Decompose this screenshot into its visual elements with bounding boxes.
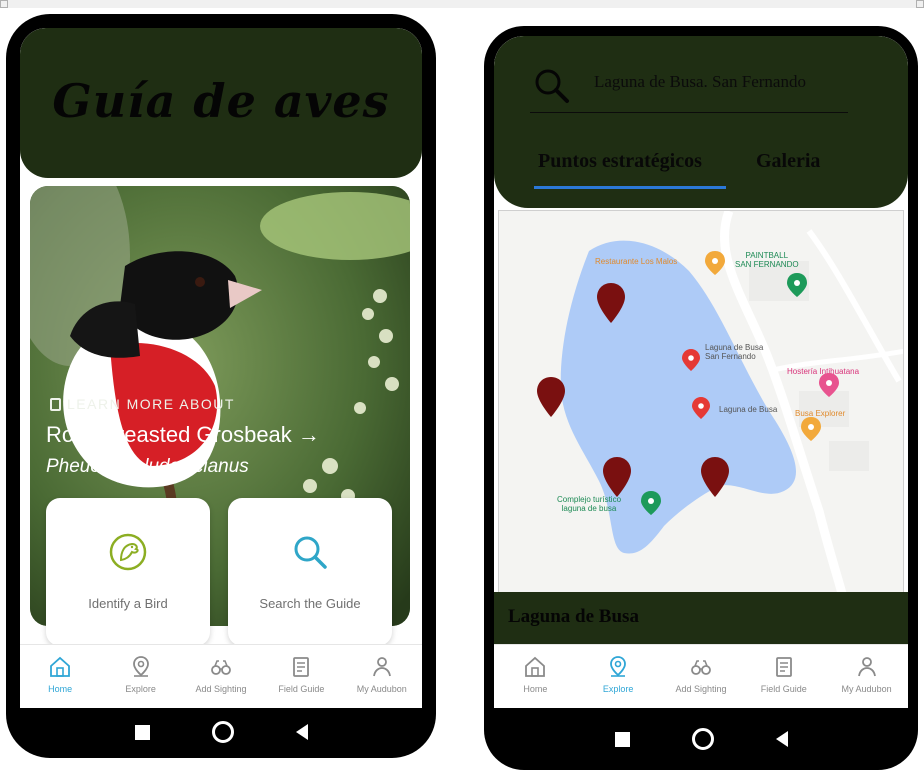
map-pin-icon <box>801 417 821 441</box>
tab-field-guide[interactable]: Field Guide <box>264 655 338 694</box>
map-pin-icon <box>819 373 839 397</box>
identify-bird-button[interactable]: Identify a Bird <box>46 498 210 646</box>
map-pin-icon <box>610 656 627 677</box>
tab-explore-label: Explore <box>602 684 634 694</box>
explore-header: Laguna de Busa. San Fernando Puntos estr… <box>494 36 908 208</box>
place-info-bar[interactable]: Laguna de Busa <box>494 592 908 644</box>
map-markers <box>537 251 839 515</box>
page-top-edge <box>0 0 924 8</box>
home-nav-button[interactable] <box>691 728 714 750</box>
back-button[interactable] <box>295 724 308 740</box>
map-marker-icon <box>597 283 625 323</box>
phone-frame-right: Laguna de Busa. San Fernando Puntos estr… <box>484 26 918 770</box>
tab-add-sighting-label: Add Sighting <box>675 684 727 694</box>
place-title: Laguna de Busa <box>508 606 639 627</box>
map-pin-icon <box>132 656 149 677</box>
corner-mark <box>916 0 924 8</box>
app-title: Guía de aves <box>52 74 390 128</box>
tab-my-audubon[interactable]: My Audubon <box>830 655 904 694</box>
map-view[interactable]: Restaurante Los Malos PAINTBALL SAN FERN… <box>498 210 904 600</box>
search-guide-label: Search the Guide <box>259 596 361 611</box>
tab-puntos-estrategicos[interactable]: Puntos estratégicos <box>538 150 702 173</box>
search-icon[interactable] <box>532 66 572 106</box>
map-pin-icon <box>705 251 725 275</box>
tab-add-sighting-label: Add Sighting <box>195 684 247 694</box>
tab-my-audubon[interactable]: My Audubon <box>345 655 419 694</box>
phone-screen: Laguna de Busa. San Fernando Puntos estr… <box>494 36 908 708</box>
search-underline <box>530 112 848 113</box>
book-icon <box>775 657 792 677</box>
corner-mark <box>0 0 8 8</box>
app-header: Guía de aves <box>20 28 422 178</box>
tab-explore[interactable]: Explore <box>104 655 178 694</box>
tab-my-audubon-label: My Audubon <box>841 684 892 694</box>
bird-name-link[interactable]: Rose-breasted Grosbeak → <box>46 422 320 448</box>
tab-field-guide-label: Field Guide <box>760 684 807 694</box>
map-pin-icon <box>787 273 807 297</box>
map-pin-icon <box>692 397 710 419</box>
tab-add-sighting[interactable]: Add Sighting <box>664 655 738 694</box>
map-marker-icon <box>603 457 631 497</box>
search-guide-button[interactable]: Search the Guide <box>228 498 392 646</box>
tab-my-audubon-label: My Audubon <box>356 684 407 694</box>
search-icon <box>294 536 327 569</box>
tab-field-guide-label: Field Guide <box>278 684 325 694</box>
tab-home-label: Home <box>48 684 73 694</box>
tab-galeria[interactable]: Galeria <box>756 150 820 173</box>
person-icon <box>857 657 876 677</box>
phone-frame-left: Guía de aves LEARN MORE ABOUT Rose-breas… <box>6 14 436 758</box>
binoculars-icon <box>211 660 231 675</box>
back-button[interactable] <box>775 731 788 747</box>
learn-more-label: LEARN MORE ABOUT <box>50 396 235 412</box>
map-marker-icon <box>701 457 729 497</box>
recents-button[interactable] <box>614 731 630 747</box>
bird-scientific-name: Pheucticus ludovicianus <box>46 456 249 477</box>
tab-explore-label: Explore <box>125 684 156 694</box>
system-nav-bar <box>6 706 436 758</box>
system-nav-bar <box>484 708 918 770</box>
person-icon <box>372 657 391 677</box>
tab-home[interactable]: Home <box>498 655 572 694</box>
search-input[interactable]: Laguna de Busa. San Fernando <box>594 72 806 92</box>
identify-bird-label: Identify a Bird <box>88 596 168 611</box>
tab-home[interactable]: Home <box>23 655 97 694</box>
book-icon <box>293 657 310 677</box>
tab-explore[interactable]: Explore <box>581 655 655 694</box>
tab-add-sighting[interactable]: Add Sighting <box>184 655 258 694</box>
bird-identify-icon <box>109 533 147 571</box>
learn-more-text: LEARN MORE ABOUT <box>67 396 235 412</box>
map-pin-icon <box>682 349 700 371</box>
home-nav-button[interactable] <box>211 721 234 743</box>
binoculars-icon <box>691 660 711 675</box>
home-icon <box>525 656 546 677</box>
recents-button[interactable] <box>134 724 150 740</box>
map-marker-icon <box>537 377 565 417</box>
tab-home-label: Home <box>523 684 548 694</box>
book-icon <box>50 397 61 411</box>
tab-field-guide[interactable]: Field Guide <box>747 655 821 694</box>
map-pin-icon <box>641 491 661 515</box>
home-icon <box>50 656 71 677</box>
phone-screen: Guía de aves LEARN MORE ABOUT Rose-breas… <box>20 28 422 708</box>
bottom-tab-bar: Home Explore Add Sighting Field Guide My… <box>494 644 908 708</box>
active-tab-indicator <box>534 186 726 189</box>
bottom-tab-bar: Home Explore Add Sighting Field Guide My… <box>20 644 422 708</box>
